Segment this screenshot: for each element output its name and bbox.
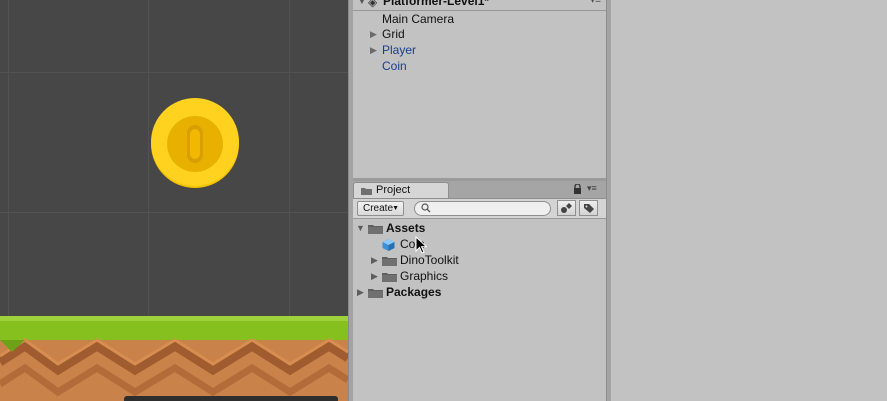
hierarchy-item-label: Main Camera bbox=[382, 12, 455, 26]
scene-view[interactable] bbox=[0, 0, 348, 401]
project-item-label: Packages bbox=[386, 285, 442, 299]
hierarchy-panel: ▼ ◈ Platformer-Level1* ▾≡ Main Camera ▶ … bbox=[353, 0, 606, 178]
search-input[interactable] bbox=[433, 202, 545, 215]
mouse-cursor-icon bbox=[415, 236, 427, 254]
project-item-label: Graphics bbox=[400, 269, 449, 283]
coin-sprite-icon[interactable] bbox=[149, 98, 241, 190]
scene-name: Platformer-Level1* bbox=[383, 0, 490, 8]
project-item-label: Assets bbox=[386, 221, 426, 235]
project-item-dinotoolkit[interactable]: ▶ DinoToolkit bbox=[353, 252, 606, 268]
create-label: Create bbox=[363, 203, 394, 214]
project-toolbar: Create ▼ bbox=[353, 199, 606, 219]
folder-icon bbox=[368, 289, 383, 298]
unity-scene-icon: ◈ bbox=[368, 0, 378, 9]
project-item-packages[interactable]: ▶ Packages bbox=[353, 284, 606, 300]
project-item-coin[interactable]: Coin bbox=[353, 236, 606, 252]
project-item-label: DinoToolkit bbox=[400, 253, 459, 267]
dropdown-caret-icon: ▼ bbox=[392, 205, 399, 212]
scene-menu-icon[interactable]: ▾≡ bbox=[590, 0, 601, 6]
tab-project[interactable]: Project bbox=[353, 182, 449, 198]
filter-type-icon bbox=[561, 203, 572, 213]
hierarchy-item-main-camera[interactable]: Main Camera bbox=[353, 11, 606, 27]
folder-icon bbox=[361, 188, 372, 195]
project-panel: Project ▾≡ Create ▼ ▼ Assets Coin ▶ Dino… bbox=[353, 181, 606, 401]
panel-menu-icon[interactable]: ▾≡ bbox=[587, 183, 597, 194]
search-icon bbox=[421, 203, 431, 213]
hierarchy-item-coin[interactable]: Coin bbox=[353, 58, 606, 74]
search-field[interactable] bbox=[414, 201, 551, 216]
tag-icon bbox=[584, 204, 594, 213]
project-inspector-splitter[interactable] bbox=[606, 0, 611, 401]
expand-arrow-icon[interactable]: ▶ bbox=[371, 252, 378, 268]
expand-arrow-icon[interactable]: ▶ bbox=[371, 268, 378, 284]
ground-tiles-icon bbox=[0, 316, 348, 401]
hierarchy-item-label: Coin bbox=[382, 59, 407, 73]
scene-overlay-bar bbox=[124, 396, 338, 401]
create-button[interactable]: Create ▼ bbox=[357, 201, 404, 216]
hierarchy-item-grid[interactable]: ▶ Grid bbox=[353, 26, 606, 42]
expand-arrow-icon[interactable]: ▶ bbox=[370, 42, 377, 58]
expand-arrow-icon[interactable]: ▶ bbox=[357, 284, 364, 300]
filter-by-label-button[interactable] bbox=[579, 200, 598, 216]
expand-arrow-icon[interactable]: ▶ bbox=[370, 26, 377, 42]
filter-by-type-button[interactable] bbox=[557, 200, 576, 216]
project-item-assets[interactable]: ▼ Assets bbox=[353, 220, 606, 236]
hierarchy-item-label: Grid bbox=[382, 27, 405, 41]
lock-icon[interactable] bbox=[573, 184, 582, 194]
expand-arrow-icon[interactable]: ▼ bbox=[356, 220, 365, 236]
folder-icon bbox=[382, 257, 397, 266]
project-tab-bar: Project ▾≡ bbox=[353, 181, 606, 199]
scene-fold-arrow-icon[interactable]: ▼ bbox=[357, 0, 367, 7]
folder-icon bbox=[382, 273, 397, 282]
project-item-graphics[interactable]: ▶ Graphics bbox=[353, 268, 606, 284]
hierarchy-scene-header[interactable]: ▼ ◈ Platformer-Level1* ▾≡ bbox=[353, 0, 606, 11]
prefab-cube-icon bbox=[382, 239, 395, 251]
hierarchy-item-player[interactable]: ▶ Player bbox=[353, 42, 606, 58]
tab-label: Project bbox=[376, 184, 411, 196]
folder-icon bbox=[368, 225, 383, 234]
hierarchy-item-label: Player bbox=[382, 43, 417, 57]
